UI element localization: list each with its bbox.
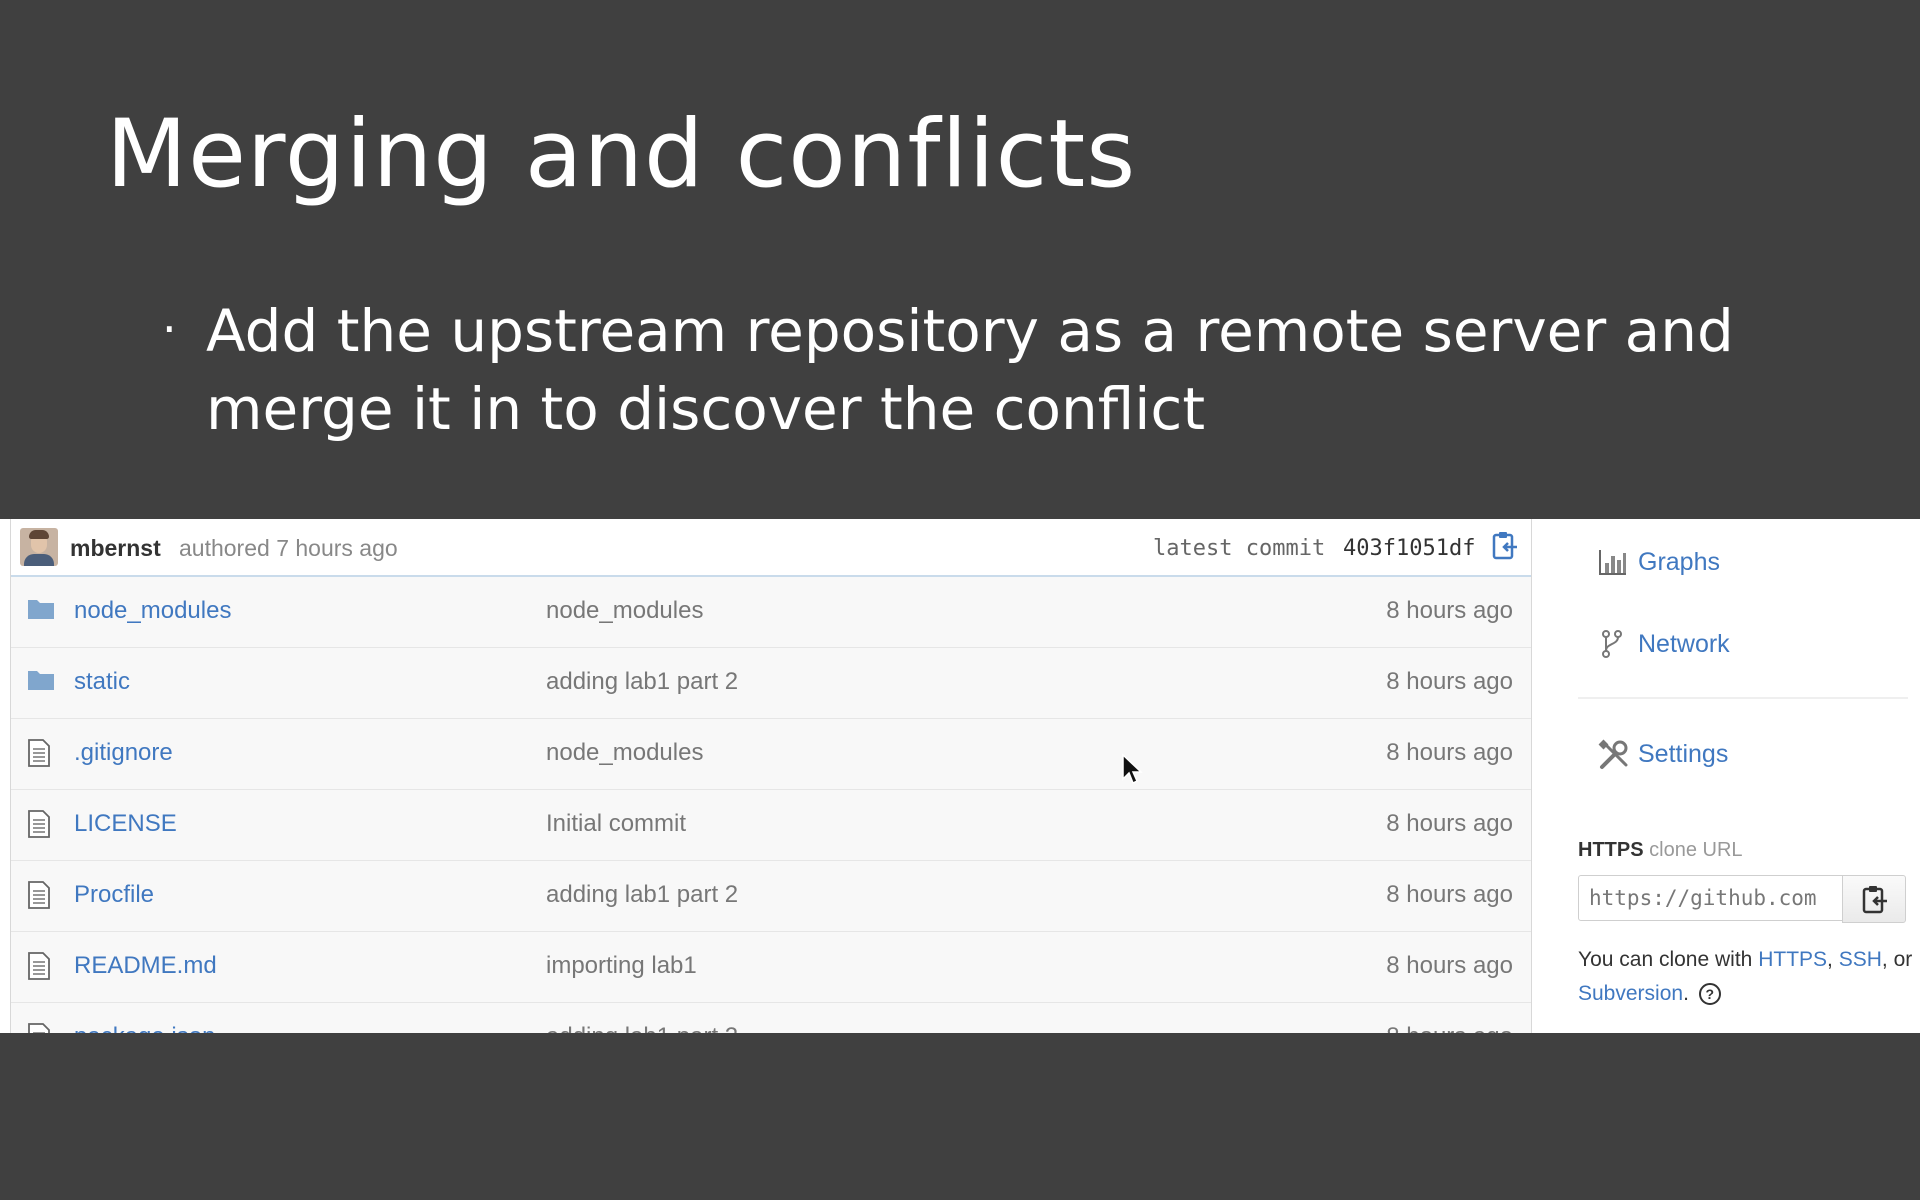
file-name-link[interactable]: README.md <box>74 952 217 980</box>
slide-bullet: · Add the upstream repository as a remot… <box>162 292 1746 448</box>
nav-graphs-label: Graphs <box>1638 548 1720 576</box>
nav-settings[interactable]: Settings <box>1578 733 1878 773</box>
side-divider <box>1578 697 1908 699</box>
copy-clone-url-button[interactable] <box>1842 875 1906 923</box>
network-icon <box>1598 629 1628 659</box>
folder-icon <box>27 668 55 696</box>
bullet-line-1: Add the upstream repository as a remote … <box>206 297 1734 365</box>
commit-author[interactable]: mbernst <box>70 535 161 562</box>
file-age: 8 hours ago <box>1386 597 1513 624</box>
file-name-link[interactable]: .gitignore <box>74 739 173 767</box>
file-row: Procfile adding lab1 part 2 8 hours ago <box>11 861 1531 932</box>
clone-help-prefix: You can clone with <box>1578 948 1753 971</box>
file-name-link[interactable]: static <box>74 668 130 696</box>
file-age: 8 hours ago <box>1386 810 1513 837</box>
file-commit-message[interactable]: importing lab1 <box>546 952 697 980</box>
clone-ssh-link[interactable]: SSH <box>1839 948 1882 971</box>
settings-icon <box>1598 739 1628 769</box>
file-icon <box>27 1023 55 1033</box>
file-age: 8 hours ago <box>1386 668 1513 695</box>
commit-authored-time: authored 7 hours ago <box>179 535 398 561</box>
commit-sha[interactable]: 403f1051df <box>1343 536 1475 561</box>
clone-help-or: , or <box>1881 948 1913 971</box>
file-icon <box>27 881 55 909</box>
file-row: static adding lab1 part 2 8 hours ago <box>11 648 1531 719</box>
file-browser: mbernst authored 7 hours ago latest comm… <box>10 519 1532 1033</box>
nav-settings-label: Settings <box>1638 740 1729 768</box>
folder-icon <box>27 597 55 625</box>
file-commit-message[interactable]: adding lab1 part 2 <box>546 668 738 696</box>
help-icon[interactable]: ? <box>1698 983 1721 1006</box>
file-name-link[interactable]: package.json <box>74 1023 215 1033</box>
file-name-link[interactable]: LICENSE <box>74 810 177 838</box>
file-age: 8 hours ago <box>1386 952 1513 979</box>
clone-protocol: HTTPS <box>1578 839 1644 861</box>
avatar[interactable] <box>20 528 58 566</box>
bullet-marker: · <box>162 302 177 356</box>
file-name-link[interactable]: Procfile <box>74 881 154 909</box>
latest-commit-label: latest commit <box>1153 536 1326 561</box>
clone-help: You can clone with HTTPS, SSH, or Subver… <box>1578 943 1918 1011</box>
graph-icon <box>1598 547 1628 577</box>
clone-subversion-link[interactable]: Subversion <box>1578 982 1683 1005</box>
file-commit-message[interactable]: adding lab1 part 2 <box>546 881 738 909</box>
file-age: 8 hours ago <box>1386 881 1513 908</box>
bullet-line-2: merge it in to discover the conflict <box>206 375 1206 443</box>
file-row: LICENSE Initial commit 8 hours ago <box>11 790 1531 861</box>
file-age: 8 hours ago <box>1386 739 1513 766</box>
file-icon <box>27 739 55 767</box>
file-row: node_modules node_modules 8 hours ago <box>11 577 1531 648</box>
clone-url-input[interactable] <box>1578 875 1844 921</box>
file-icon <box>27 810 55 838</box>
file-icon <box>27 952 55 980</box>
file-row: README.md importing lab1 8 hours ago <box>11 932 1531 1003</box>
github-screenshot: mbernst authored 7 hours ago latest comm… <box>0 519 1920 1033</box>
file-row: package.json adding lab1 part 2 8 hours … <box>11 1003 1531 1033</box>
file-commit-message[interactable]: node_modules <box>546 739 703 767</box>
slide-title: Merging and conflicts <box>106 100 1137 209</box>
clone-help-end: . <box>1683 982 1689 1005</box>
mouse-cursor-icon <box>1122 753 1143 785</box>
clone-help-comma: , <box>1827 948 1833 971</box>
nav-graphs[interactable]: Graphs <box>1578 541 1878 581</box>
clone-https-link[interactable]: HTTPS <box>1758 948 1827 971</box>
clone-url-label: HTTPS clone URL <box>1578 839 1743 862</box>
file-commit-message[interactable]: adding lab1 part 2 <box>546 1023 738 1033</box>
repo-nav: Graphs Network Settings <box>1578 519 1908 819</box>
file-age: 8 hours ago <box>1386 1023 1513 1033</box>
nav-network[interactable]: Network <box>1578 623 1878 663</box>
file-name-link[interactable]: node_modules <box>74 597 231 625</box>
latest-commit-bar: mbernst authored 7 hours ago latest comm… <box>11 519 1531 577</box>
nav-network-label: Network <box>1638 630 1730 658</box>
file-commit-message[interactable]: Initial commit <box>546 810 686 838</box>
clipboard-icon[interactable] <box>1491 531 1519 561</box>
clone-label-suffix: clone URL <box>1649 839 1743 861</box>
repo-sidebar: Graphs Network Settings HTTPS clone URL … <box>1578 519 1920 1033</box>
file-commit-message[interactable]: node_modules <box>546 597 703 625</box>
clipboard-icon <box>1862 886 1887 914</box>
file-row: .gitignore node_modules 8 hours ago <box>11 719 1531 790</box>
